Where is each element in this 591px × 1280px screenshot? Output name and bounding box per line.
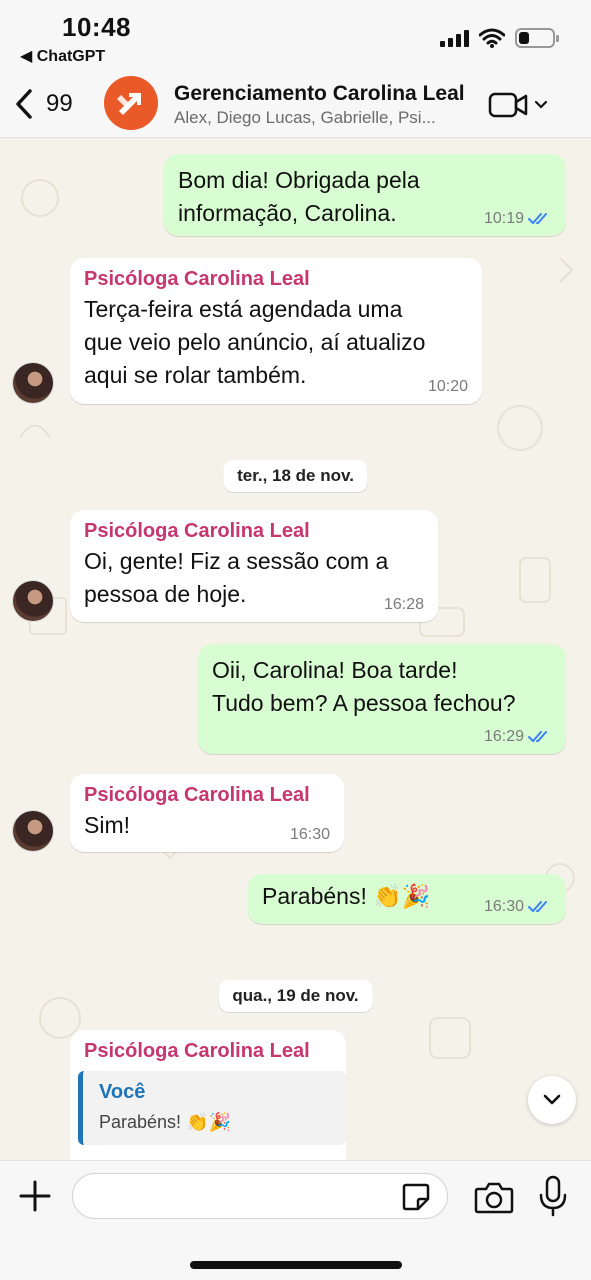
message-sender[interactable]: Psicóloga Carolina Leal [84,520,424,543]
battery-level [519,32,529,44]
message-bubble-incoming[interactable]: Psicóloga Carolina Leal Terça-feira está… [70,258,482,404]
status-time: 10:48 [62,12,131,42]
message-bubble-outgoing[interactable]: Bom dia! Obrigada pela informação, Carol… [164,154,566,236]
date-separator: qua., 19 de nov. [218,980,373,1012]
group-logo-icon [117,93,141,115]
date-separator: ter., 18 de nov. [223,460,368,492]
chat-members[interactable]: Alex, Diego Lucas, Gabrielle, Psi... [174,108,436,128]
video-camera-icon [488,92,528,118]
video-call-button[interactable] [488,90,552,120]
message-bubble-outgoing[interactable]: Oii, Carolina! Boa tarde! Tudo bem? A pe… [198,644,566,754]
sender-avatar[interactable] [12,580,54,622]
message-time: 10:19 [483,210,524,227]
chat-messages[interactable]: Bom dia! Obrigada pela informação, Carol… [0,138,591,1160]
message-time: 16:30 [483,898,524,915]
message-input[interactable] [72,1173,448,1219]
message-time: 16:30 [289,826,330,843]
message-text: Terça-feira está agendada uma que veio p… [84,296,426,388]
quoted-author: Você [99,1081,146,1103]
chat-header: 99 Gerenciamento Carolina Leal Alex, Die… [0,70,591,138]
message-time: 16:29 [483,728,524,745]
message-meta: 16:30 [290,826,330,844]
battery-icon [515,28,559,48]
sender-avatar[interactable] [12,362,54,404]
group-avatar[interactable] [104,76,158,130]
message-meta: 16:29 [484,728,552,746]
sticker-icon[interactable] [400,1181,432,1213]
plus-icon[interactable] [18,1179,52,1213]
quoted-text: Parabéns! 👏🎉 [99,1112,231,1132]
unread-count[interactable]: 99 [46,90,73,118]
read-receipt-icon [528,213,547,225]
sender-avatar[interactable] [12,810,54,852]
message-sender[interactable]: Psicóloga Carolina Leal [84,784,330,807]
chevron-down-icon [543,1094,561,1105]
quoted-message[interactable]: Você Parabéns! 👏🎉 [78,1071,346,1145]
message-meta: 16:28 [384,596,424,614]
message-bubble-outgoing[interactable]: Parabéns! 👏🎉 16:30 [248,874,566,924]
message-bubble-incoming[interactable]: Psicóloga Carolina Leal Oi, gente! Fiz a… [70,510,438,622]
message-meta: 10:19 [484,210,552,228]
chevron-left-icon[interactable] [12,88,38,120]
cellular-signal-icon [440,29,469,47]
status-icons [440,28,559,48]
message-text: Oii, Carolina! Boa tarde! Tudo bem? A pe… [212,657,516,716]
wifi-icon [479,28,505,48]
camera-icon[interactable] [474,1179,514,1215]
read-receipt-icon [528,731,547,743]
status-bar: 10:48 ◀ ChatGPT [0,0,591,70]
home-indicator[interactable] [190,1261,402,1269]
message-bubble-incoming[interactable]: Psicóloga Carolina Leal Você Parabéns! 👏… [70,1030,346,1160]
message-sender[interactable]: Psicóloga Carolina Leal [84,268,468,291]
message-text: Oi, gente! Fiz a sessão com a pessoa de … [84,548,389,607]
message-time: 10:20 [427,378,468,395]
back-to-app-link[interactable]: ◀ ChatGPT [20,46,105,66]
message-meta: 16:30 [484,898,552,916]
message-sender[interactable]: Psicóloga Carolina Leal [84,1040,332,1063]
chevron-down-icon [534,100,548,109]
scroll-to-bottom-button[interactable] [528,1076,576,1124]
microphone-icon[interactable] [538,1175,568,1217]
message-time: 16:28 [383,596,424,613]
chat-title[interactable]: Gerenciamento Carolina Leal [174,82,465,106]
read-receipt-icon [528,901,547,913]
message-composer [0,1160,591,1280]
message-bubble-incoming[interactable]: Psicóloga Carolina Leal Sim! 16:30 [70,774,344,852]
message-meta: 10:20 [428,378,468,396]
